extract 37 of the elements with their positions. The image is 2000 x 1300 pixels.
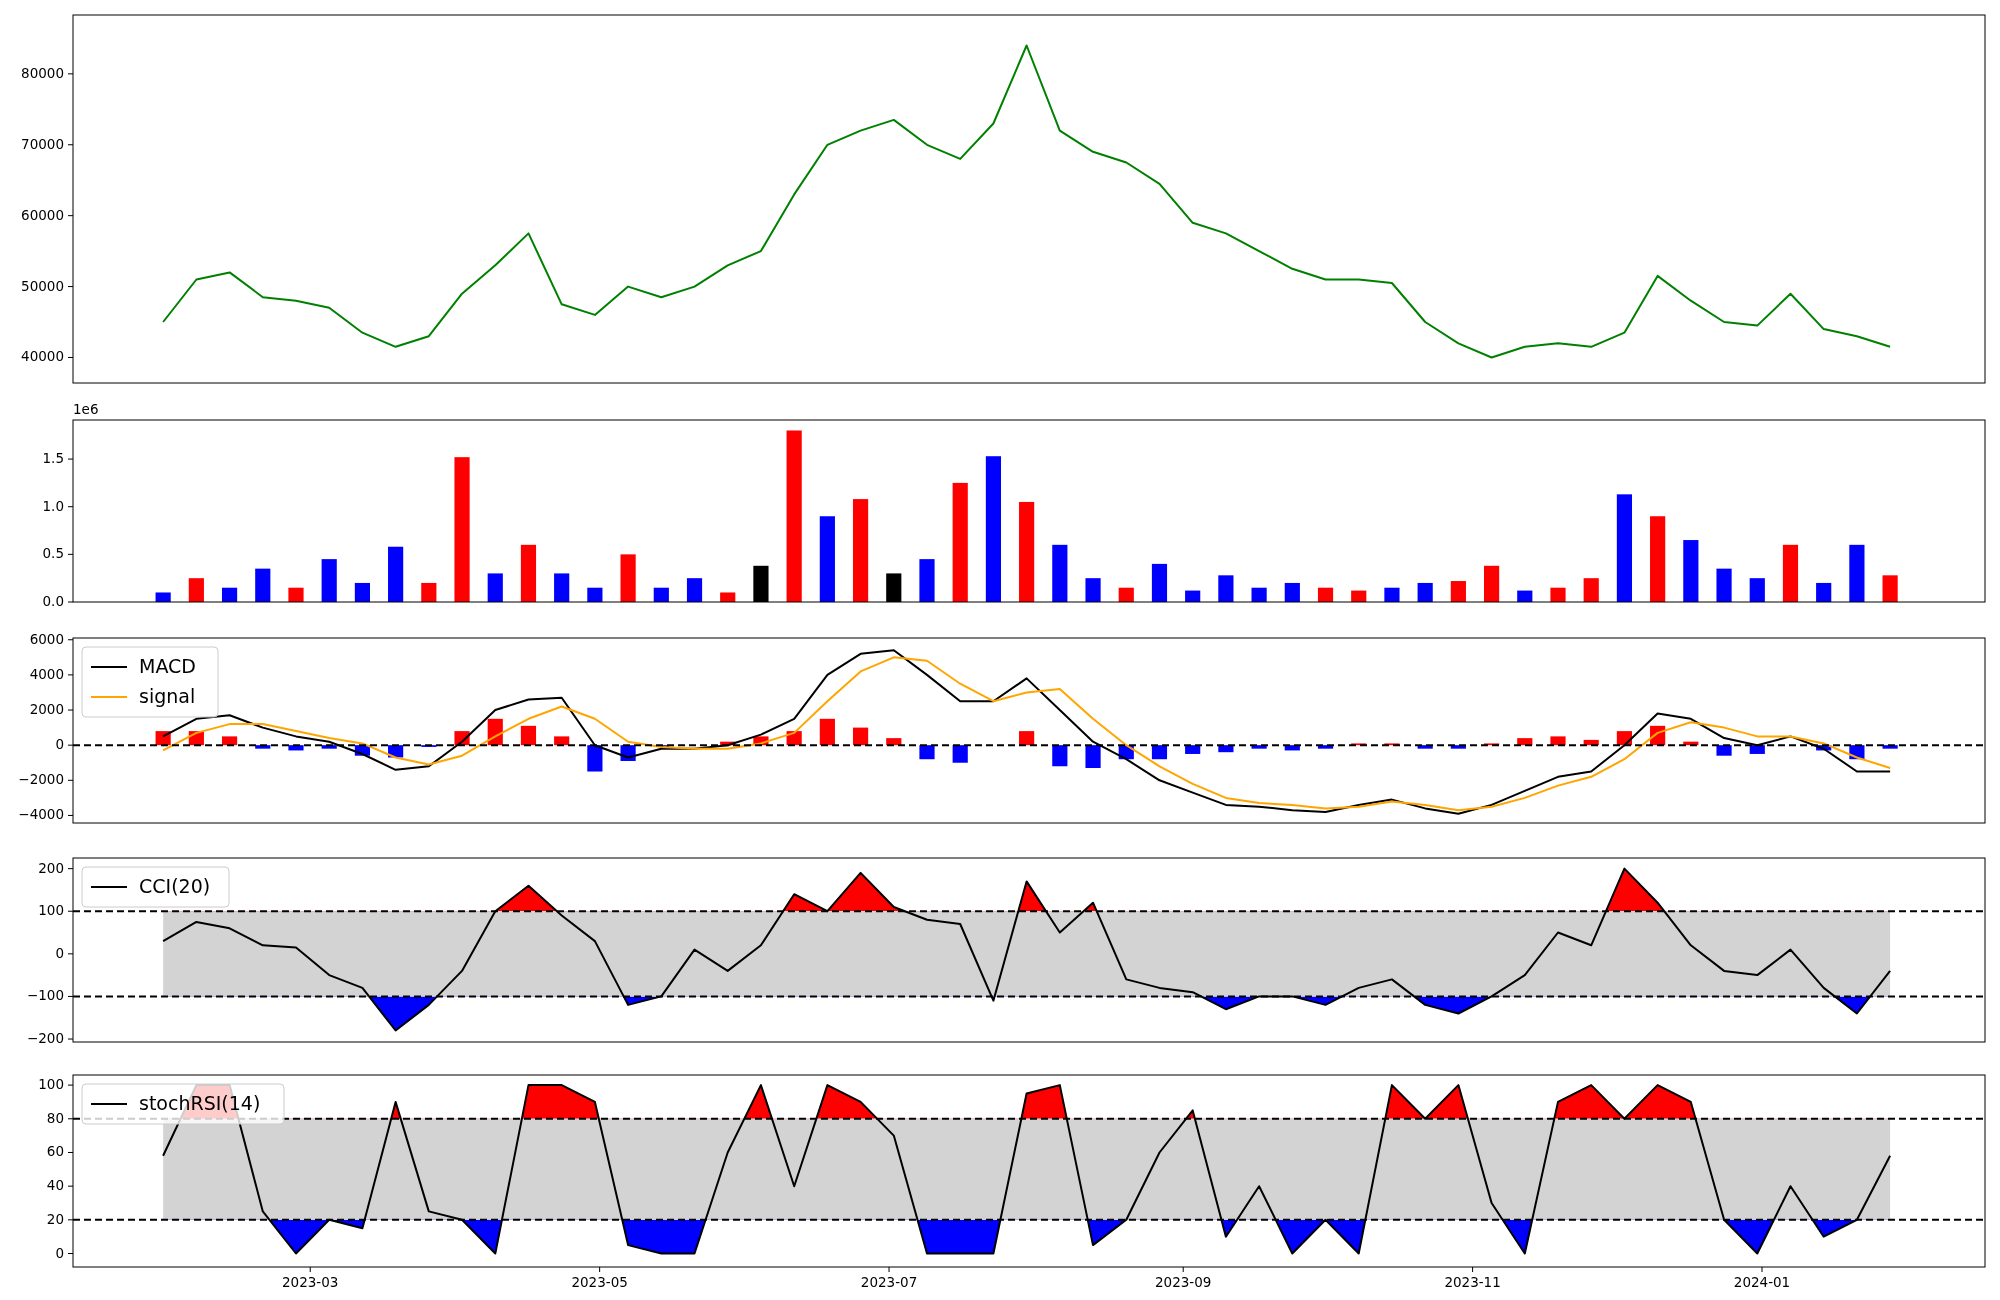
- y-tick-label: 60000: [21, 206, 64, 223]
- y-tick-label: 100: [38, 902, 64, 919]
- y-tick-label: 1.0: [42, 497, 64, 514]
- y-tick-label: 40000: [21, 348, 64, 365]
- y-tick-label: −200: [26, 1030, 64, 1046]
- y-tick-label: 0.0: [42, 593, 64, 609]
- y-tick-label: 60: [46, 1143, 64, 1160]
- y-tick-label: −100: [26, 987, 64, 1004]
- y-tick-label: 0.5: [42, 545, 64, 562]
- y-tick-label: 200: [38, 859, 64, 876]
- x-tick-label: 2023-05: [571, 1274, 628, 1290]
- axis-offset-label: 1e6: [73, 401, 99, 417]
- y-tick-label: 4000: [29, 665, 64, 682]
- y-tick-label: 50000: [21, 277, 64, 294]
- y-tick-label: 80000: [21, 64, 64, 81]
- y-tick-label: 6000: [29, 630, 64, 647]
- y-tick-label: 1.5: [42, 450, 64, 467]
- x-tick-label: 2023-03: [282, 1274, 339, 1290]
- legend-label: CCI(20): [139, 874, 211, 897]
- legend-label: MACD: [139, 654, 196, 677]
- y-tick-label: 0: [55, 944, 64, 961]
- x-tick-label: 2023-11: [1444, 1274, 1501, 1290]
- y-tick-label: 0: [55, 736, 64, 753]
- y-tick-label: 80: [46, 1109, 64, 1126]
- y-tick-label: 70000: [21, 135, 64, 152]
- x-tick-label: 2024-01: [1733, 1274, 1791, 1290]
- x-tick-label: 2023-07: [860, 1274, 918, 1290]
- x-tick-label: 2023-09: [1155, 1274, 1212, 1290]
- y-tick-label: −4000: [18, 806, 64, 823]
- y-tick-label: 2000: [29, 701, 64, 718]
- y-tick-label: 40: [46, 1177, 64, 1194]
- y-tick-label: −2000: [18, 771, 64, 788]
- y-tick-label: 100: [38, 1076, 64, 1093]
- legend-label: signal: [139, 684, 196, 707]
- y-tick-label: 20: [46, 1210, 64, 1227]
- y-tick-label: 0: [55, 1244, 64, 1261]
- legend-label: stochRSI(14): [139, 1091, 261, 1114]
